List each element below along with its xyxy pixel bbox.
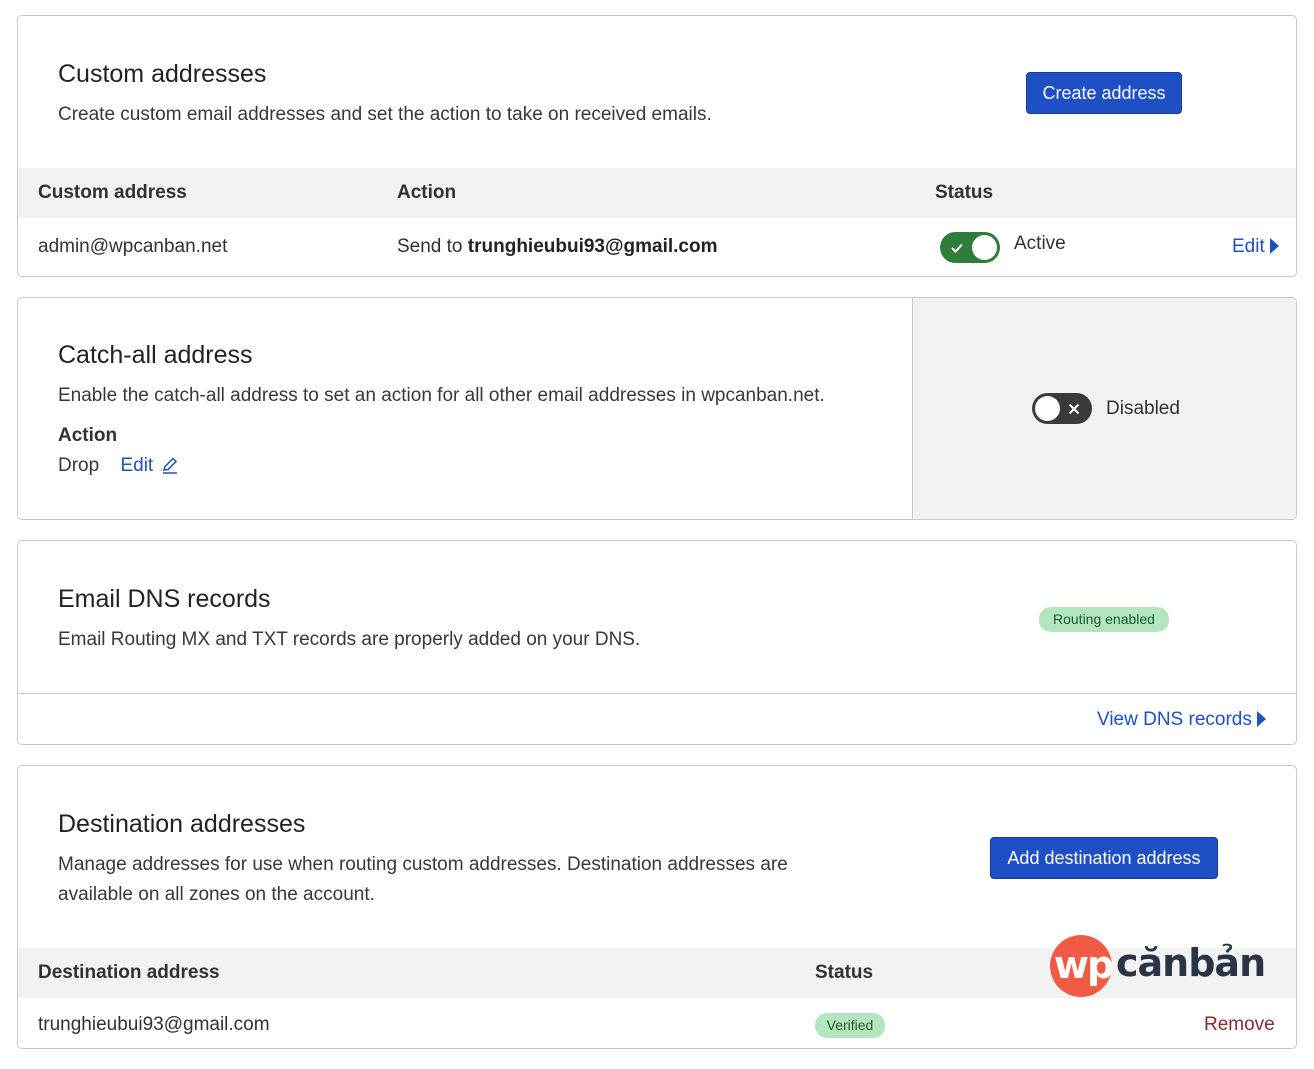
destination-addresses-description-line2: available on all zones on the account. xyxy=(58,884,375,905)
action-prefix: Send to xyxy=(397,236,468,257)
custom-address-value: admin@wpcanban.net xyxy=(38,236,228,257)
catch-all-action-label: Action xyxy=(58,425,118,446)
catch-all-status-pane: Disabled xyxy=(912,298,1296,519)
table-row: trunghieubui93@gmail.com Verified Remove xyxy=(18,998,1296,1048)
view-dns-records-label: View DNS records xyxy=(1097,709,1252,730)
edit-custom-address-link[interactable]: Edit xyxy=(1232,236,1279,258)
caret-right-icon xyxy=(1256,711,1266,727)
table-row: admin@wpcanban.net Send to trunghieubui9… xyxy=(18,218,1296,276)
status-label-disabled: Disabled xyxy=(1106,398,1180,419)
logo-mark: wp xyxy=(1053,943,1114,987)
status-label-active: Active xyxy=(1014,233,1066,254)
catch-all-toggle[interactable] xyxy=(1032,393,1092,424)
destination-address-value: trunghieubui93@gmail.com xyxy=(38,1014,270,1035)
column-header-status: Status xyxy=(935,182,994,203)
destination-addresses-card: Destination addresses Manage addresses f… xyxy=(17,765,1297,1049)
action-value: Send to trunghieubui93@gmail.com xyxy=(397,236,718,258)
custom-addresses-table-header: Custom address Action Status xyxy=(18,168,1296,218)
check-icon xyxy=(951,243,963,253)
catch-all-action-row: Drop Edit xyxy=(58,451,179,481)
catch-all-action-value: Drop xyxy=(58,455,100,476)
destination-addresses-title: Destination addresses xyxy=(58,810,306,838)
dns-records-title: Email DNS records xyxy=(58,585,271,613)
create-address-button[interactable]: Create address xyxy=(1026,72,1182,114)
edit-label: Edit xyxy=(1232,236,1265,257)
toggle-knob xyxy=(1035,396,1060,421)
action-target-email: trunghieubui93@gmail.com xyxy=(467,236,718,257)
caret-right-icon xyxy=(1269,238,1279,254)
view-dns-records-link[interactable]: View DNS records xyxy=(1097,709,1266,731)
pencil-icon xyxy=(162,457,177,474)
catch-all-description: Enable the catch-all address to set an a… xyxy=(58,385,825,406)
active-toggle[interactable] xyxy=(940,232,1000,263)
custom-addresses-description: Create custom email addresses and set th… xyxy=(58,104,712,125)
custom-addresses-card: Custom addresses Create custom email add… xyxy=(17,15,1297,277)
close-icon xyxy=(1068,403,1080,415)
edit-catch-all-link[interactable]: Edit xyxy=(120,455,178,476)
column-header-destination-address: Destination address xyxy=(38,962,220,983)
column-header-custom-address: Custom address xyxy=(38,182,187,203)
remove-destination-link[interactable]: Remove xyxy=(1204,1014,1275,1036)
catch-all-card: Catch-all address Enable the catch-all a… xyxy=(17,297,1297,520)
column-header-status: Status xyxy=(815,962,874,983)
wpcanban-logo: wp cănbản xyxy=(1050,935,1266,1001)
dns-records-description: Email Routing MX and TXT records are pro… xyxy=(58,629,641,650)
catch-all-title: Catch-all address xyxy=(58,341,253,369)
dns-records-card: Email DNS records Email Routing MX and T… xyxy=(17,540,1297,745)
custom-addresses-title: Custom addresses xyxy=(58,60,267,88)
routing-enabled-badge: Routing enabled xyxy=(1039,607,1169,632)
add-destination-address-button[interactable]: Add destination address xyxy=(990,837,1218,879)
destination-addresses-description-line1: Manage addresses for use when routing cu… xyxy=(58,854,788,875)
verified-badge: Verified xyxy=(815,1013,885,1038)
edit-label: Edit xyxy=(120,455,154,476)
dns-divider xyxy=(18,693,1296,694)
logo-text: cănbản xyxy=(1116,941,1266,985)
column-header-action: Action xyxy=(397,182,457,203)
toggle-knob xyxy=(972,235,997,260)
